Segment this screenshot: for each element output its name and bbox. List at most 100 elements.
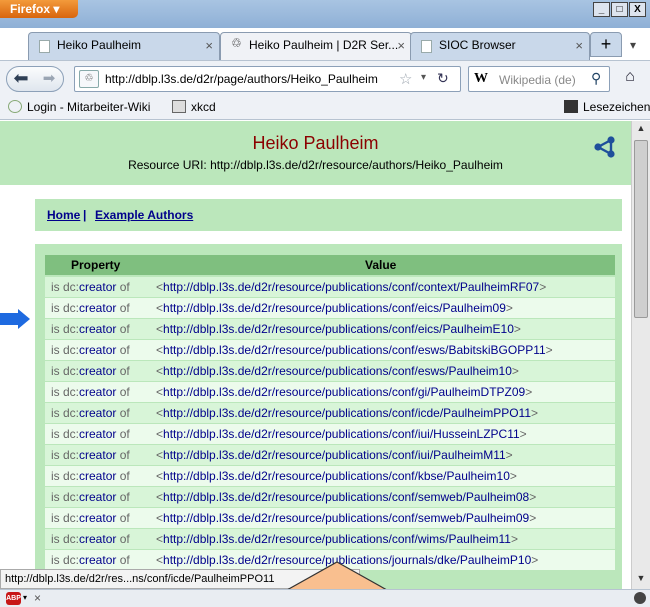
uri-bracket: <: [156, 427, 164, 441]
value-link[interactable]: http://dblp.l3s.de/d2r/resource/publicat…: [163, 364, 512, 378]
value-link[interactable]: http://dblp.l3s.de/d2r/resource/publicat…: [163, 448, 506, 462]
table-row: is dc:creator of <http://dblp.l3s.de/d2r/…: [45, 445, 615, 465]
scroll-up-icon[interactable]: ▲: [634, 123, 648, 137]
close-window-button[interactable]: X: [629, 2, 646, 17]
value-link[interactable]: http://dblp.l3s.de/d2r/resource/publicat…: [163, 469, 510, 483]
uri-bracket: >: [531, 406, 539, 420]
value-link[interactable]: http://dblp.l3s.de/d2r/resource/publicat…: [163, 280, 539, 294]
home-icon[interactable]: ⌂: [617, 68, 643, 90]
value-cell: <http://dblp.l3s.de/d2r/resource/publica…: [156, 280, 546, 294]
forward-arrow-icon[interactable]: ➡: [39, 69, 59, 89]
search-bar[interactable]: W Wikipedia (de) ⚲: [468, 66, 610, 92]
property-cell: is dc:creator of: [51, 532, 130, 546]
minimize-button[interactable]: _: [593, 2, 610, 17]
close-tab-icon[interactable]: ×: [205, 38, 213, 53]
vertical-scrollbar[interactable]: ▲ ▼: [631, 121, 650, 590]
uri-bracket: <: [156, 553, 164, 567]
firefox-menu-button[interactable]: Firefox ▾: [0, 0, 78, 18]
property-prefix: is dc:: [51, 385, 80, 399]
value-link[interactable]: http://dblp.l3s.de/d2r/resource/publicat…: [163, 385, 525, 399]
property-cell: is dc:creator of: [51, 427, 130, 441]
property-suffix: of: [116, 280, 130, 294]
property-name-link[interactable]: creator: [79, 448, 116, 462]
scrollbar-thumb[interactable]: [634, 140, 648, 318]
search-icon[interactable]: ⚲: [591, 70, 601, 87]
adblock-icon[interactable]: ABP: [6, 592, 21, 605]
back-arrow-icon[interactable]: ⬅: [10, 69, 32, 89]
property-name-link[interactable]: creator: [79, 532, 116, 546]
table-row: is dc:creator of <http://dblp.l3s.de/d2r/…: [45, 319, 615, 339]
tab-d2r-server[interactable]: ♲ Heiko Paulheim | D2R Ser... ×: [220, 32, 412, 61]
value-link[interactable]: http://dblp.l3s.de/d2r/resource/publicat…: [163, 532, 511, 546]
history-dropdown-icon[interactable]: ▾: [421, 72, 426, 83]
resize-grip-icon[interactable]: [634, 592, 646, 604]
property-cell: is dc:creator of: [51, 280, 130, 294]
wiki-icon: [8, 100, 22, 113]
property-suffix: of: [116, 553, 130, 567]
bookmark-mitarbeiter-wiki[interactable]: Login - Mitarbeiter-Wiki: [8, 100, 150, 114]
bookmarks-menu-icon: [564, 100, 578, 113]
uri-bracket: >: [519, 427, 527, 441]
back-forward-group: ⬅ ➡: [6, 66, 64, 92]
uri-bracket: <: [156, 490, 164, 504]
bookmark-star-icon[interactable]: ☆: [399, 70, 412, 88]
tab-heiko-paulheim[interactable]: Heiko Paulheim ×: [28, 32, 220, 60]
property-name-link[interactable]: creator: [79, 553, 116, 567]
new-tab-button[interactable]: +: [590, 32, 622, 57]
home-link[interactable]: Home: [47, 208, 80, 222]
search-placeholder[interactable]: Wikipedia (de): [499, 73, 576, 87]
uri-bracket: >: [531, 553, 539, 567]
value-link[interactable]: http://dblp.l3s.de/d2r/resource/publicat…: [163, 427, 520, 441]
value-link[interactable]: http://dblp.l3s.de/d2r/resource/publicat…: [163, 343, 546, 357]
property-suffix: of: [116, 469, 130, 483]
value-link[interactable]: http://dblp.l3s.de/d2r/resource/publicat…: [163, 322, 514, 336]
site-identity-icon[interactable]: ♲: [79, 70, 99, 88]
property-name-link[interactable]: creator: [79, 343, 116, 357]
property-name-link[interactable]: creator: [79, 406, 116, 420]
property-name-link[interactable]: creator: [79, 364, 116, 378]
property-name-link[interactable]: creator: [79, 322, 116, 336]
value-link[interactable]: http://dblp.l3s.de/d2r/resource/publicat…: [163, 301, 506, 315]
value-link[interactable]: http://dblp.l3s.de/d2r/resource/publicat…: [163, 490, 529, 504]
example-authors-link[interactable]: Example Authors: [95, 208, 193, 222]
close-icon[interactable]: ×: [34, 591, 41, 605]
property-name-link[interactable]: creator: [79, 469, 116, 483]
tab-list-chevron-icon[interactable]: ▾: [630, 38, 636, 52]
rdf-graph-icon[interactable]: [594, 136, 616, 158]
reload-icon[interactable]: ↻: [437, 70, 449, 87]
url-text[interactable]: http://dblp.l3s.de/d2r/page/authors/Heik…: [105, 72, 378, 86]
close-tab-icon[interactable]: ×: [397, 38, 405, 53]
page-icon: [421, 40, 432, 53]
property-prefix: is dc:: [51, 280, 80, 294]
chevron-down-icon[interactable]: ▾: [23, 593, 27, 602]
page-icon: [39, 40, 50, 53]
property-name-link[interactable]: creator: [79, 301, 116, 315]
table-row: is dc:creator of <http://dblp.l3s.de/d2r/…: [45, 298, 615, 318]
maximize-button[interactable]: □: [611, 2, 628, 17]
property-suffix: of: [116, 385, 130, 399]
uri-bracket: >: [525, 385, 533, 399]
property-name-link[interactable]: creator: [79, 385, 116, 399]
tab-label: SIOC Browser: [439, 38, 516, 52]
property-name-link[interactable]: creator: [79, 490, 116, 504]
property-cell: is dc:creator of: [51, 469, 130, 483]
wikipedia-icon[interactable]: W: [474, 71, 488, 87]
address-bar[interactable]: ♲ http://dblp.l3s.de/d2r/page/authors/He…: [74, 66, 461, 92]
bookmark-xkcd[interactable]: xkcd: [172, 100, 216, 114]
close-tab-icon[interactable]: ×: [575, 38, 583, 53]
bookmarks-menu-button[interactable]: Lesezeichen: [564, 100, 650, 114]
arrow-right-icon: [0, 309, 30, 329]
property-suffix: of: [116, 490, 130, 504]
value-link[interactable]: http://dblp.l3s.de/d2r/resource/publicat…: [163, 406, 531, 420]
property-name-link[interactable]: creator: [79, 427, 116, 441]
property-name-link[interactable]: creator: [79, 511, 116, 525]
table-header: Property Value: [45, 255, 615, 275]
property-prefix: is dc:: [51, 469, 80, 483]
property-name-link[interactable]: creator: [79, 280, 116, 294]
value-cell: <http://dblp.l3s.de/d2r/resource/publica…: [156, 343, 553, 357]
tab-sioc-browser[interactable]: SIOC Browser ×: [410, 32, 590, 60]
bookmark-label: xkcd: [191, 100, 216, 114]
property-prefix: is dc:: [51, 553, 80, 567]
scroll-down-icon[interactable]: ▼: [634, 573, 648, 587]
value-link[interactable]: http://dblp.l3s.de/d2r/resource/publicat…: [163, 511, 529, 525]
